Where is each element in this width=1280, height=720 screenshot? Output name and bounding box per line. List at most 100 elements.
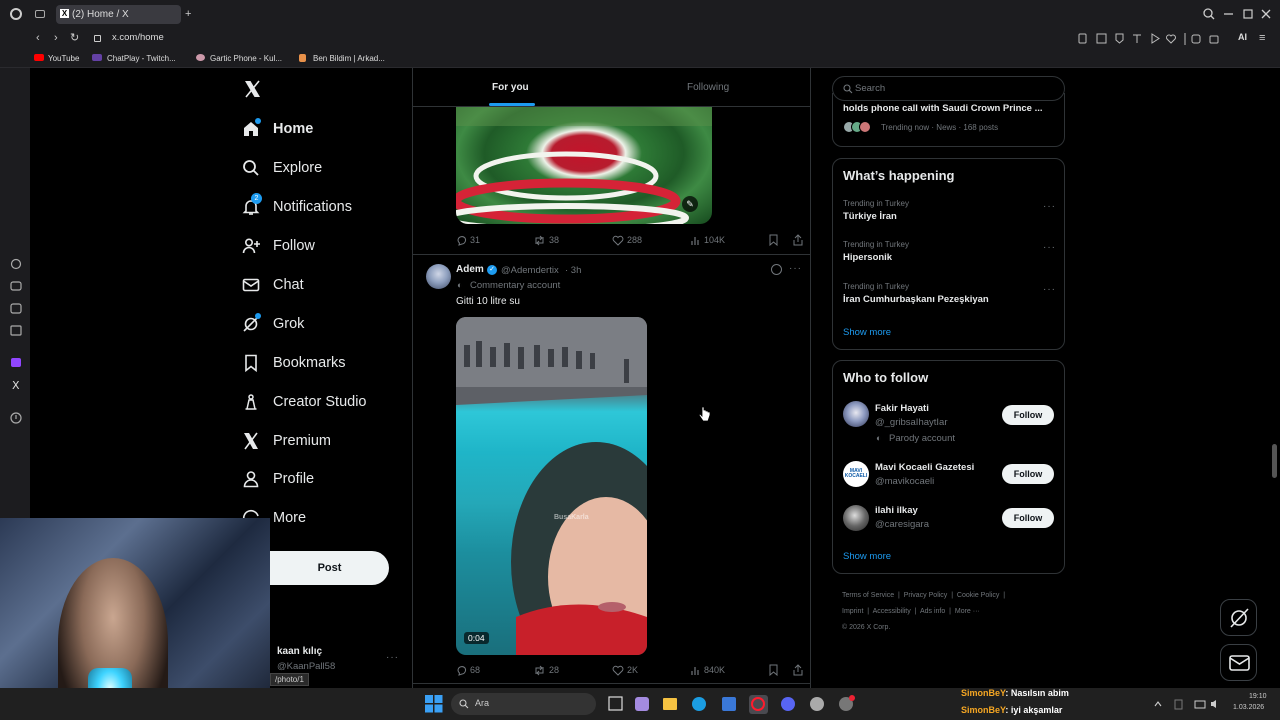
post-avatar[interactable] [426,264,451,289]
sidebar-app-icons[interactable]: X [0,68,30,428]
like-button[interactable]: 2K [612,663,638,677]
search-icon [241,158,261,178]
grok-post-icon[interactable] [771,264,782,275]
trend-item[interactable]: Trending in Turkey İran Cumhurbaşkanı Pe… [843,282,1056,312]
x-logo-icon[interactable] [243,80,261,98]
window-controls-icons[interactable] [1200,8,1275,20]
nav-item-label: Home [273,121,314,137]
reply-button[interactable]: 68 [456,663,480,677]
repost-button[interactable]: 28 [533,663,559,677]
bookmark-share-icons[interactable] [768,664,808,676]
image-description-icon[interactable]: ✎ [682,196,698,212]
views-button[interactable]: 840K [690,663,725,677]
post-author-name[interactable]: Adem [456,264,484,275]
svg-text:X: X [12,379,20,392]
follow-show-more[interactable]: Show more [843,551,891,562]
benbildim-icon [299,54,306,62]
menu-icon[interactable]: ≡ [1259,32,1265,44]
post-video[interactable]: BusaKarla 0:04 [456,317,647,655]
nav-item-label: Premium [273,433,332,449]
messages-floating-button[interactable] [1220,644,1257,681]
prev-bookmark-share-icons[interactable] [768,234,808,246]
nav-item-follow[interactable]: Follow [241,231,315,261]
browser-tab-active[interactable]: X (2) Home / X [56,5,181,24]
nav-item-chat[interactable]: Chat [241,270,304,300]
prev-views-button[interactable]: 104K [690,233,725,247]
bookmark-youtube[interactable]: YouTube [48,52,79,66]
notification-count-badge: 2 [251,193,262,204]
user-avatar[interactable]: MAVI KOCAELI [843,461,869,487]
trend-item[interactable]: Trending in Turkey Türkiye İran ··· [843,199,1056,229]
prev-repost-button[interactable]: 38 [533,233,559,247]
nav-item-notifications[interactable]: 2 Notifications [241,192,352,222]
footer-sep: | [894,592,904,599]
top-trend-avatars [843,121,877,133]
post-time[interactable]: · 3h [565,265,581,276]
trend-name: İran Cumhurbaşkanı Pezeşkiyan [843,294,989,305]
trend-more-icon[interactable]: ··· [1043,242,1056,253]
windows-start-icon[interactable] [425,695,443,713]
post-button[interactable]: Post [270,551,389,585]
footer-link[interactable]: Ads info [920,608,945,615]
user-avatar[interactable] [843,401,869,427]
bookmark-benbildim[interactable]: Ben Bildim | Arkad... [313,52,385,66]
user-avatar[interactable] [843,505,869,531]
nav-item-explore[interactable]: Explore [241,153,322,183]
nav-item-profile[interactable]: Profile [241,464,314,494]
trend-more-icon[interactable]: ··· [1043,201,1056,212]
post-more-icon[interactable]: ··· [789,263,802,274]
grok-floating-button[interactable] [1220,599,1257,636]
tab-following[interactable]: Following [687,82,729,93]
bookmark-gartic[interactable]: Gartic Phone - Kul... [210,52,282,66]
nav-item-bookmarks[interactable]: Bookmarks [241,348,346,378]
prev-reply-button[interactable]: 31 [456,233,480,247]
follow-button[interactable]: Follow [1002,464,1054,484]
nav-item-premium[interactable]: Premium [241,426,331,456]
account-name[interactable]: kaan kılıç [277,646,322,657]
reload-icon[interactable]: ↻ [70,32,79,44]
footer-link[interactable]: Terms of Service [842,592,894,599]
follow-button[interactable]: Follow [1002,405,1054,425]
trend-more-icon[interactable]: ··· [1043,284,1056,295]
url-text[interactable]: x.com/home [112,32,164,43]
clock-time[interactable]: 19:10 [1249,693,1267,700]
clock-date[interactable]: 1.03.2026 [1233,704,1264,711]
happening-show-more[interactable]: Show more [843,327,891,338]
nav-item-home[interactable]: Home [241,114,313,144]
trend-item[interactable]: Trending in Turkey Hipersonik ··· [843,240,1056,270]
previous-post-image[interactable]: ✎ [456,106,712,224]
forward-icon[interactable]: › [54,32,58,44]
taskbar-app-icons[interactable] [606,694,856,714]
follow-button[interactable]: Follow [1002,508,1054,528]
new-tab-icon[interactable]: + [185,8,191,20]
nav-item-grok[interactable]: Grok [241,309,304,339]
back-icon[interactable]: ‹ [36,32,40,44]
whats-happening-card: What’s happening Trending in Turkey Türk… [832,158,1065,350]
window-controls [1200,8,1275,20]
page-scrollbar-thumb[interactable] [1272,444,1277,478]
tab-overview-icon[interactable] [35,10,45,18]
footer-link[interactable]: Accessibility [873,608,911,615]
bookmark-chatplay[interactable]: ChatPlay - Twitch... [107,52,176,66]
nav-item-creator-studio[interactable]: Creator Studio [241,387,367,417]
taskbar-search[interactable]: Ara [451,693,596,715]
system-tray-icons[interactable] [1153,698,1223,710]
user-name[interactable]: ilahi ilkay [875,505,918,516]
opera-logo-icon[interactable] [10,8,22,20]
unread-dot [255,313,261,319]
user-name[interactable]: Fakir Hayati [875,403,929,414]
footer-link[interactable]: Privacy Policy [904,592,948,599]
footer-link[interactable]: More ··· [955,608,980,615]
footer-link[interactable]: Cookie Policy [957,592,999,599]
post-author-handle[interactable]: @Ademdertix [501,265,559,276]
user-name[interactable]: Mavi Kocaeli Gazetesi [875,462,974,473]
who-to-follow-title: Who to follow [843,370,929,385]
ai-button[interactable]: AI [1238,32,1247,42]
prev-like-button[interactable]: 288 [612,233,642,247]
whats-happening-title: What’s happening [843,168,955,183]
top-trend-title[interactable]: holds phone call with Saudi Crown Prince… [843,103,1043,114]
account-menu-icon[interactable]: ··· [386,652,399,663]
footer-link[interactable]: Imprint [842,608,863,615]
tab-for-you[interactable]: For you [492,82,529,93]
toolbar-extension-icons[interactable] [1076,32,1226,46]
